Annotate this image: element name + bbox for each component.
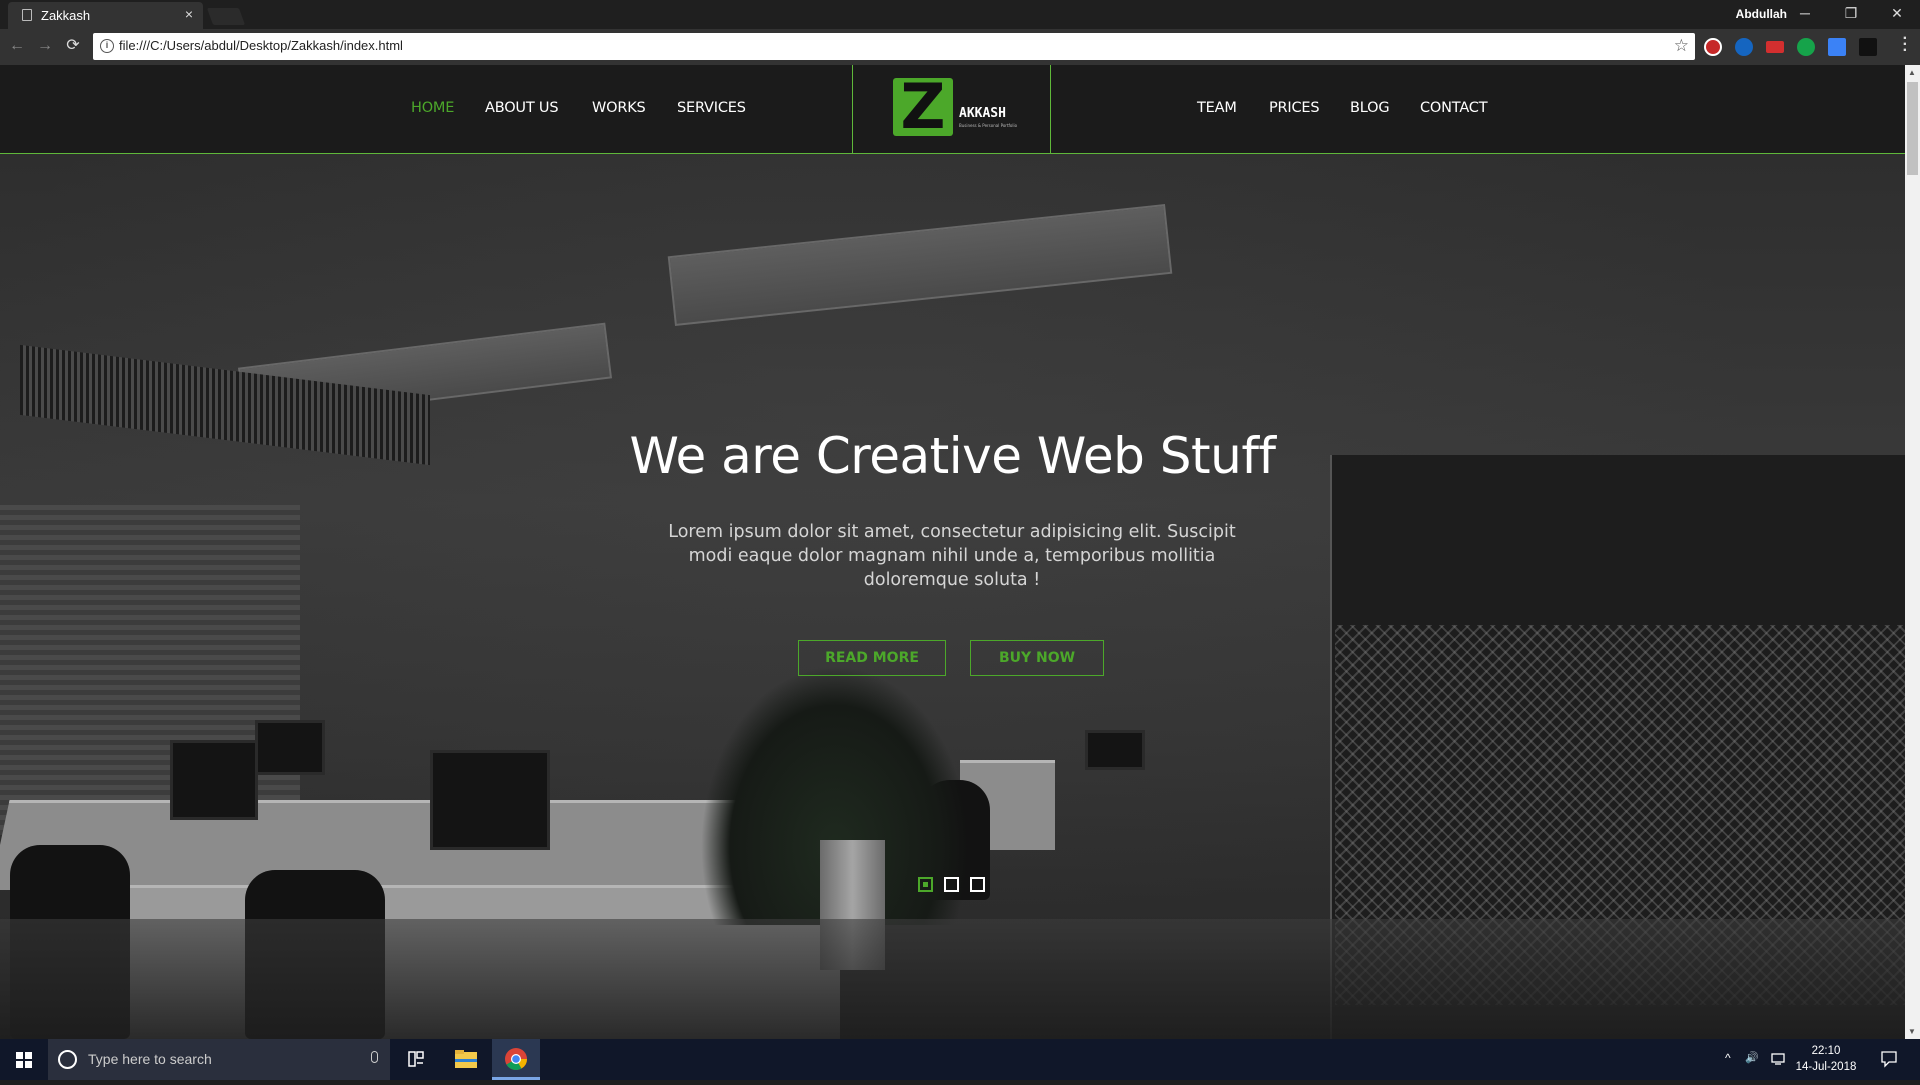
page-icon	[22, 9, 32, 21]
action-center-icon[interactable]	[1880, 1050, 1898, 1068]
taskbar-search[interactable]: Type here to search	[48, 1039, 390, 1080]
extension-icon[interactable]	[1859, 38, 1877, 56]
read-more-button[interactable]: READ MORE	[798, 640, 946, 676]
bookmark-star-icon[interactable]: ☆	[1674, 36, 1689, 56]
tab-title: Zakkash	[41, 8, 91, 23]
cortana-icon[interactable]	[58, 1050, 77, 1069]
new-tab-button[interactable]	[206, 8, 246, 25]
system-clock[interactable]: 22:10 14-Jul-2018	[1795, 1043, 1857, 1075]
task-view-icon	[408, 1051, 424, 1067]
slider-dot-2[interactable]	[944, 877, 959, 892]
browser-toolbar: ← → ⟳ i file:///C:/Users/abdul/Desktop/Z…	[0, 29, 1920, 65]
tray-expand-icon[interactable]: ^	[1725, 1051, 1731, 1065]
nav-blog[interactable]: BLOG	[1350, 100, 1390, 116]
extension-icon[interactable]	[1828, 38, 1846, 56]
scroll-thumb[interactable]	[1907, 82, 1918, 175]
windows-logo-icon	[16, 1052, 32, 1068]
back-button[interactable]: ←	[6, 35, 28, 57]
hero-title: We are Creative Web Stuff	[629, 427, 1276, 485]
address-url[interactable]: file:///C:/Users/abdul/Desktop/Zakkash/i…	[119, 38, 403, 53]
address-bar[interactable]: i file:///C:/Users/abdul/Desktop/Zakkash…	[93, 33, 1695, 60]
nav-about-us[interactable]: ABOUT US	[485, 100, 559, 116]
extension-icon[interactable]	[1704, 38, 1722, 56]
slider-dot-1[interactable]	[918, 877, 933, 892]
browser-tab[interactable]: Zakkash ×	[8, 2, 203, 29]
nav-prices[interactable]: PRICES	[1269, 100, 1320, 116]
network-icon[interactable]	[1770, 1051, 1786, 1067]
site-header: HOME ABOUT US WORKS SERVICES Z AKKASH Bu…	[0, 65, 1905, 154]
slider-dot-3[interactable]	[970, 877, 985, 892]
nav-works[interactable]: WORKS	[592, 100, 646, 116]
nav-services[interactable]: SERVICES	[677, 100, 746, 116]
tab-close-icon[interactable]: ×	[185, 6, 193, 22]
chrome-taskbar-button[interactable]	[492, 1039, 540, 1080]
microphone-icon[interactable]	[371, 1051, 378, 1063]
scroll-up-arrow-icon[interactable]: ▲	[1908, 68, 1916, 77]
site-logo[interactable]: Z AKKASH Business & Personal Portfolio	[852, 65, 1051, 154]
nav-home[interactable]: HOME	[411, 100, 454, 116]
browser-tab-strip: Zakkash × Abdullah ─ ❐ ✕	[0, 0, 1920, 29]
folder-icon	[455, 1050, 477, 1068]
clock-time: 22:10	[1811, 1045, 1841, 1057]
grammarly-icon[interactable]	[1797, 38, 1815, 56]
windows-taskbar: Type here to search ^ 🔊 22:10 14-Jul-201…	[0, 1039, 1920, 1080]
hero-description: Lorem ipsum dolor sit amet, consectetur …	[668, 522, 1236, 590]
logo-tagline: Business & Personal Portfolio	[959, 123, 1018, 128]
start-button[interactable]	[0, 1039, 48, 1080]
reload-button[interactable]: ⟳	[62, 35, 84, 57]
extension-icon[interactable]	[1735, 38, 1753, 56]
volume-icon[interactable]: 🔊	[1745, 1051, 1759, 1064]
scroll-down-arrow-icon[interactable]: ▼	[1908, 1027, 1916, 1036]
minimize-button[interactable]: ─	[1782, 0, 1828, 28]
nav-contact[interactable]: CONTACT	[1420, 100, 1488, 116]
browser-menu-icon[interactable]: · · ·	[1903, 31, 1908, 59]
page-scrollbar[interactable]: ▲ ▼	[1905, 65, 1920, 1039]
nav-team[interactable]: TEAM	[1197, 100, 1237, 116]
search-placeholder[interactable]: Type here to search	[88, 1051, 212, 1067]
logo-mark: Z	[893, 76, 953, 138]
file-explorer-button[interactable]	[442, 1039, 490, 1080]
chrome-icon	[505, 1048, 527, 1070]
site-info-icon[interactable]: i	[100, 39, 114, 53]
extension-icon[interactable]	[1766, 41, 1784, 53]
restore-button[interactable]: ❐	[1828, 0, 1874, 28]
task-view-button[interactable]	[392, 1039, 440, 1080]
close-window-button[interactable]: ✕	[1874, 0, 1920, 28]
web-page: HOME ABOUT US WORKS SERVICES Z AKKASH Bu…	[0, 65, 1905, 1039]
clock-date: 14-Jul-2018	[1795, 1061, 1857, 1073]
forward-button[interactable]: →	[34, 35, 56, 57]
profile-name[interactable]: Abdullah	[1736, 7, 1787, 21]
buy-now-button[interactable]: BUY NOW	[970, 640, 1104, 676]
logo-name: AKKASH	[959, 106, 1006, 121]
